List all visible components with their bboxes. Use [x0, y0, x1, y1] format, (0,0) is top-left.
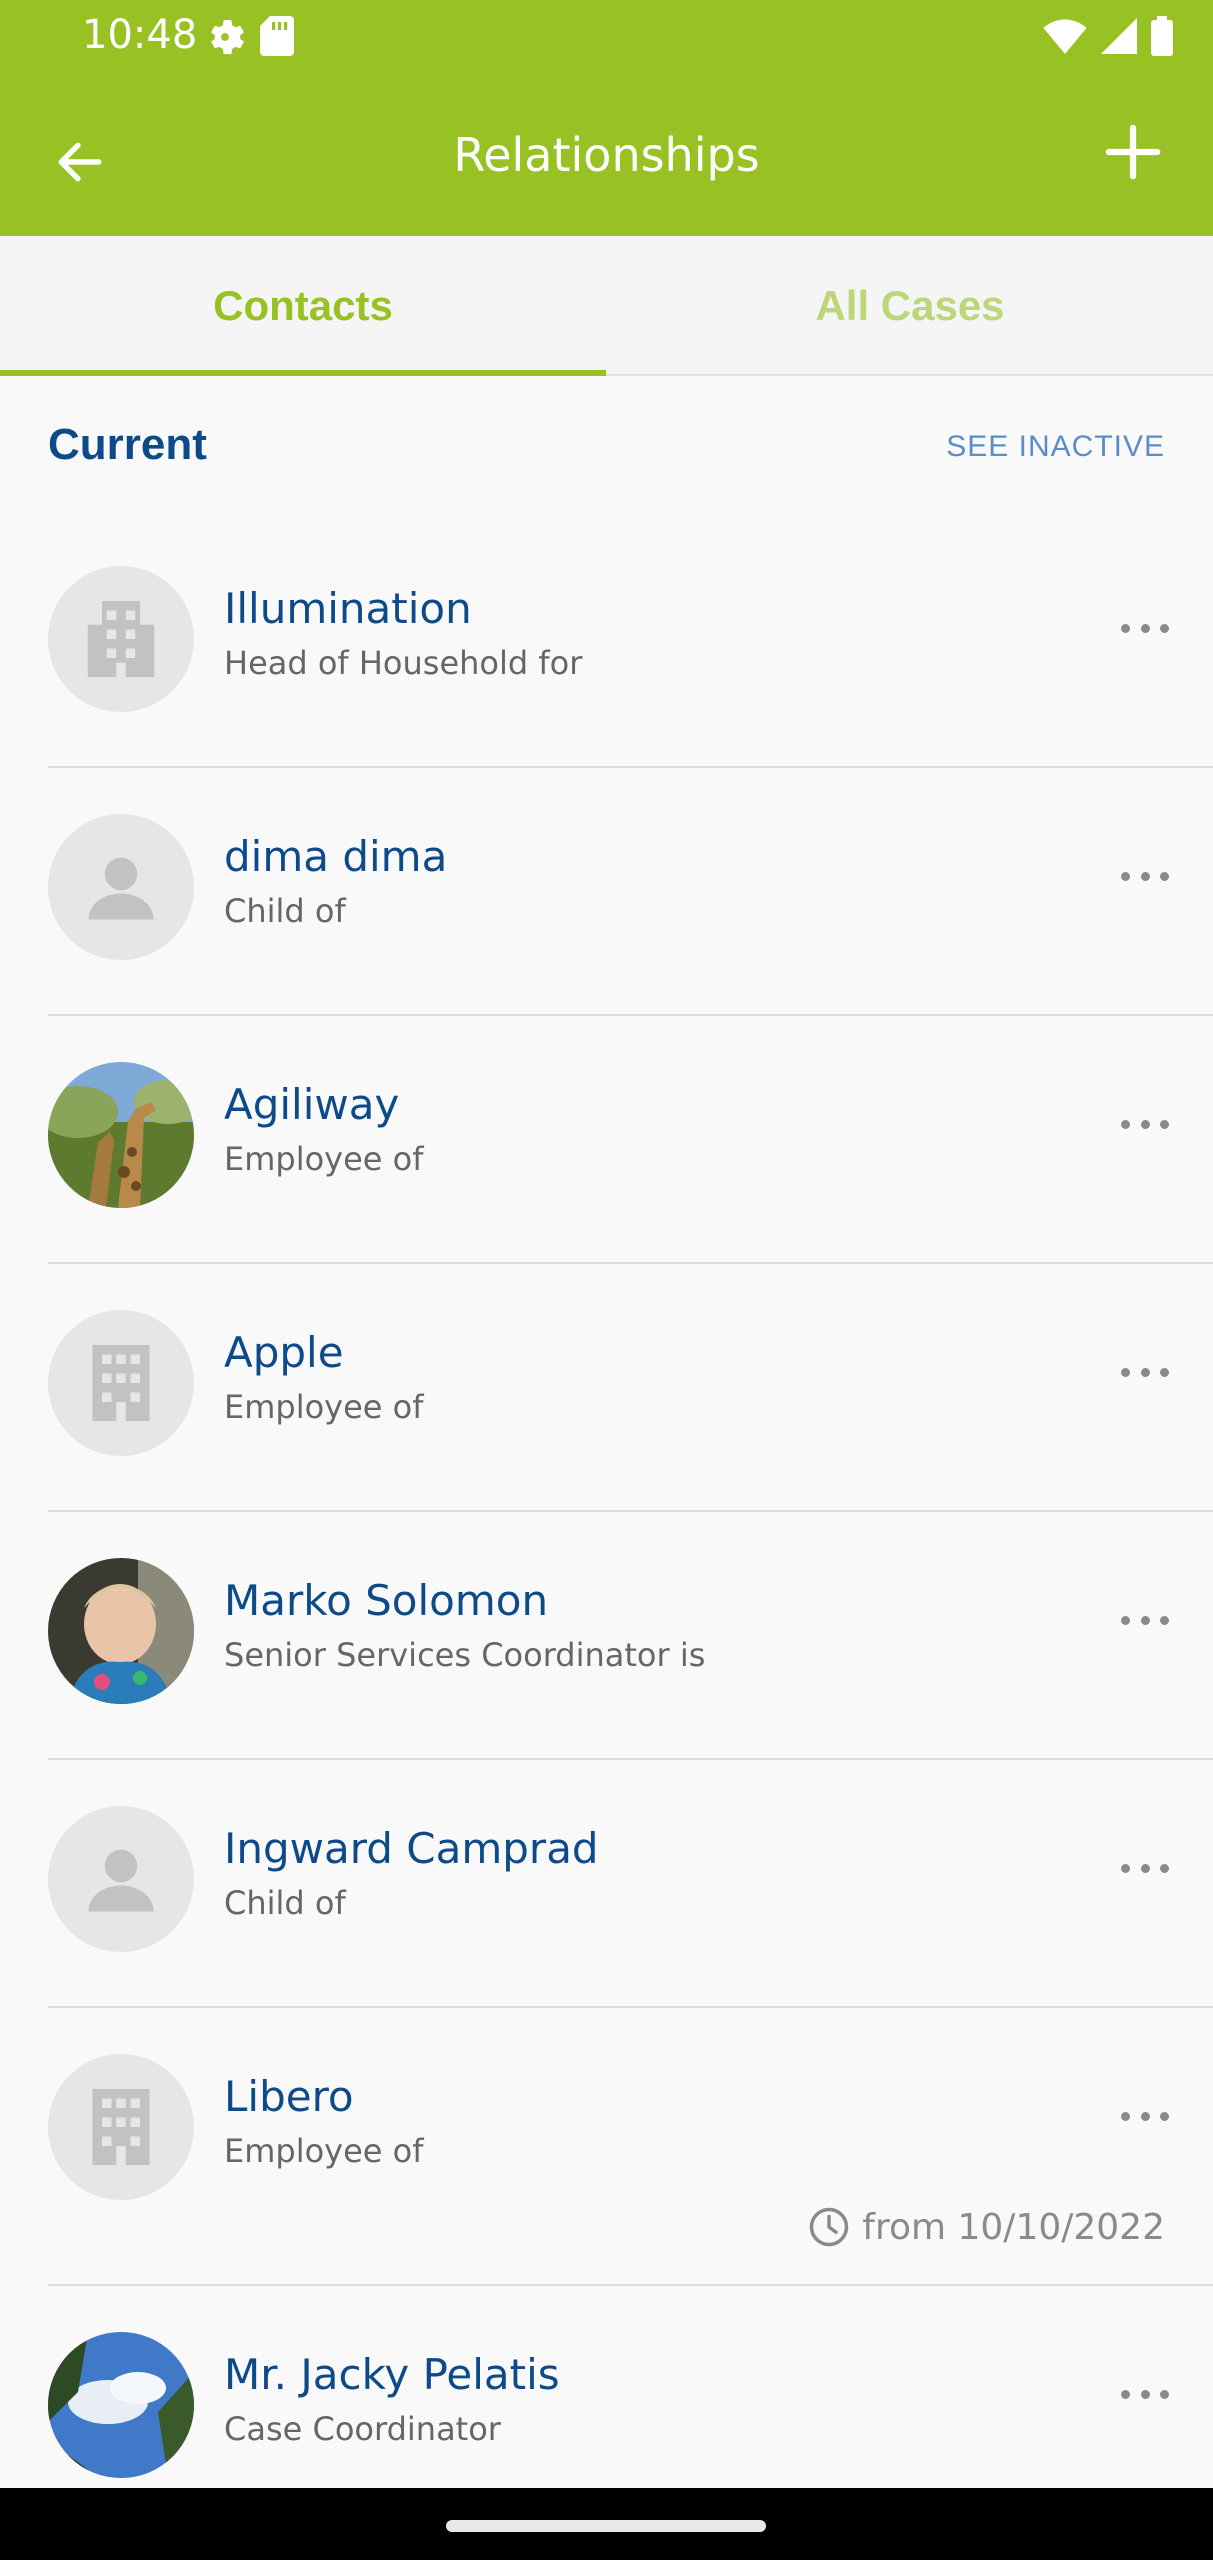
avatar	[48, 814, 194, 960]
tab-bar: Contacts All Cases	[0, 236, 1213, 376]
person-icon	[88, 857, 154, 920]
status-time: 10:48	[82, 12, 198, 58]
contact-relation: Child of	[224, 892, 346, 930]
avatar	[48, 1806, 194, 1952]
sd-card-icon	[260, 16, 294, 56]
more-options-button[interactable]	[1121, 2382, 1169, 2406]
avatar	[48, 2054, 194, 2200]
section-title: Current	[48, 420, 207, 469]
contact-relation: Employee of	[224, 1388, 424, 1426]
more-dots-icon	[1121, 1863, 1130, 1873]
more-options-button[interactable]	[1121, 1856, 1169, 1880]
giraffe-photo	[48, 1062, 194, 1208]
system-nav-bar	[0, 2488, 1213, 2560]
avatar-photo	[48, 1062, 194, 1208]
contacts-list: Illumination Head of Household for dima …	[0, 520, 1213, 2534]
more-dots-icon	[1121, 1119, 1130, 1129]
contact-name: Ingward Camprad	[224, 1824, 599, 1873]
add-relationship-button[interactable]	[1093, 112, 1173, 192]
building-icon	[92, 2089, 150, 2165]
avatar	[48, 566, 194, 712]
avatar-photo	[48, 2332, 194, 2478]
back-button[interactable]	[40, 122, 120, 202]
more-dots-icon	[1121, 871, 1130, 881]
plus-icon	[1105, 124, 1161, 180]
building-icon	[87, 601, 155, 677]
relationship-date: from 10/10/2022	[808, 2206, 1165, 2248]
more-options-button[interactable]	[1121, 864, 1169, 888]
more-dots-icon	[1121, 623, 1130, 633]
person-icon	[88, 1849, 154, 1912]
more-dots-icon	[1121, 1367, 1130, 1377]
child-photo	[48, 1558, 194, 1704]
status-icons-right	[1043, 16, 1173, 56]
more-options-button[interactable]	[1121, 1608, 1169, 1632]
list-item[interactable]: Libero Employee of from 10/10/2022	[0, 2008, 1213, 2286]
contact-name: Agiliway	[224, 1080, 400, 1129]
see-inactive-button[interactable]: SEE INACTIVE	[946, 430, 1165, 464]
more-options-button[interactable]	[1121, 1360, 1169, 1384]
section-header: Current SEE INACTIVE	[0, 376, 1213, 526]
signal-icon	[1101, 18, 1137, 54]
sky-photo	[48, 2332, 194, 2478]
list-item[interactable]: Agiliway Employee of	[0, 1016, 1213, 1264]
battery-icon	[1151, 16, 1173, 56]
app-bar: Relationships	[0, 78, 1213, 236]
contact-name: dima dima	[224, 832, 448, 881]
page-title: Relationships	[453, 128, 760, 182]
contact-relation: Case Coordinator	[224, 2410, 501, 2448]
list-item[interactable]: Apple Employee of	[0, 1264, 1213, 1512]
list-item[interactable]: Marko Solomon Senior Services Coordinato…	[0, 1512, 1213, 1760]
contact-relation: Head of Household for	[224, 644, 583, 682]
avatar	[48, 1310, 194, 1456]
contact-name: Marko Solomon	[224, 1576, 549, 1625]
list-item[interactable]: Illumination Head of Household for	[0, 520, 1213, 768]
more-dots-icon	[1121, 1615, 1130, 1625]
list-item[interactable]: Ingward Camprad Child of	[0, 1760, 1213, 2008]
tab-contacts[interactable]: Contacts	[0, 236, 606, 376]
status-icons-left	[204, 16, 294, 58]
clock-icon	[810, 2207, 849, 2247]
tab-all-cases[interactable]: All Cases	[607, 236, 1213, 376]
list-item[interactable]: dima dima Child of	[0, 768, 1213, 1016]
contact-name: Illumination	[224, 584, 472, 633]
wifi-icon	[1043, 19, 1087, 54]
more-options-button[interactable]	[1121, 616, 1169, 640]
contact-name: Mr. Jacky Pelatis	[224, 2350, 560, 2399]
building-icon	[92, 1345, 150, 1421]
more-dots-icon	[1121, 2111, 1130, 2121]
contact-relation: Employee of	[224, 1140, 424, 1178]
arrow-left-icon	[58, 142, 102, 182]
contact-name: Apple	[224, 1328, 344, 1377]
contact-relation: Employee of	[224, 2132, 424, 2170]
more-options-button[interactable]	[1121, 1112, 1169, 1136]
date-text: from 10/10/2022	[862, 2206, 1165, 2248]
avatar-photo	[48, 1558, 194, 1704]
contact-relation: Child of	[224, 1884, 346, 1922]
more-dots-icon	[1121, 2389, 1130, 2399]
more-options-button[interactable]	[1121, 2104, 1169, 2128]
contact-relation: Senior Services Coordinator is	[224, 1636, 706, 1674]
home-gesture-handle[interactable]	[446, 2520, 766, 2532]
status-bar: 10:48	[0, 0, 1213, 78]
contact-name: Libero	[224, 2072, 354, 2121]
gear-icon	[211, 20, 244, 55]
